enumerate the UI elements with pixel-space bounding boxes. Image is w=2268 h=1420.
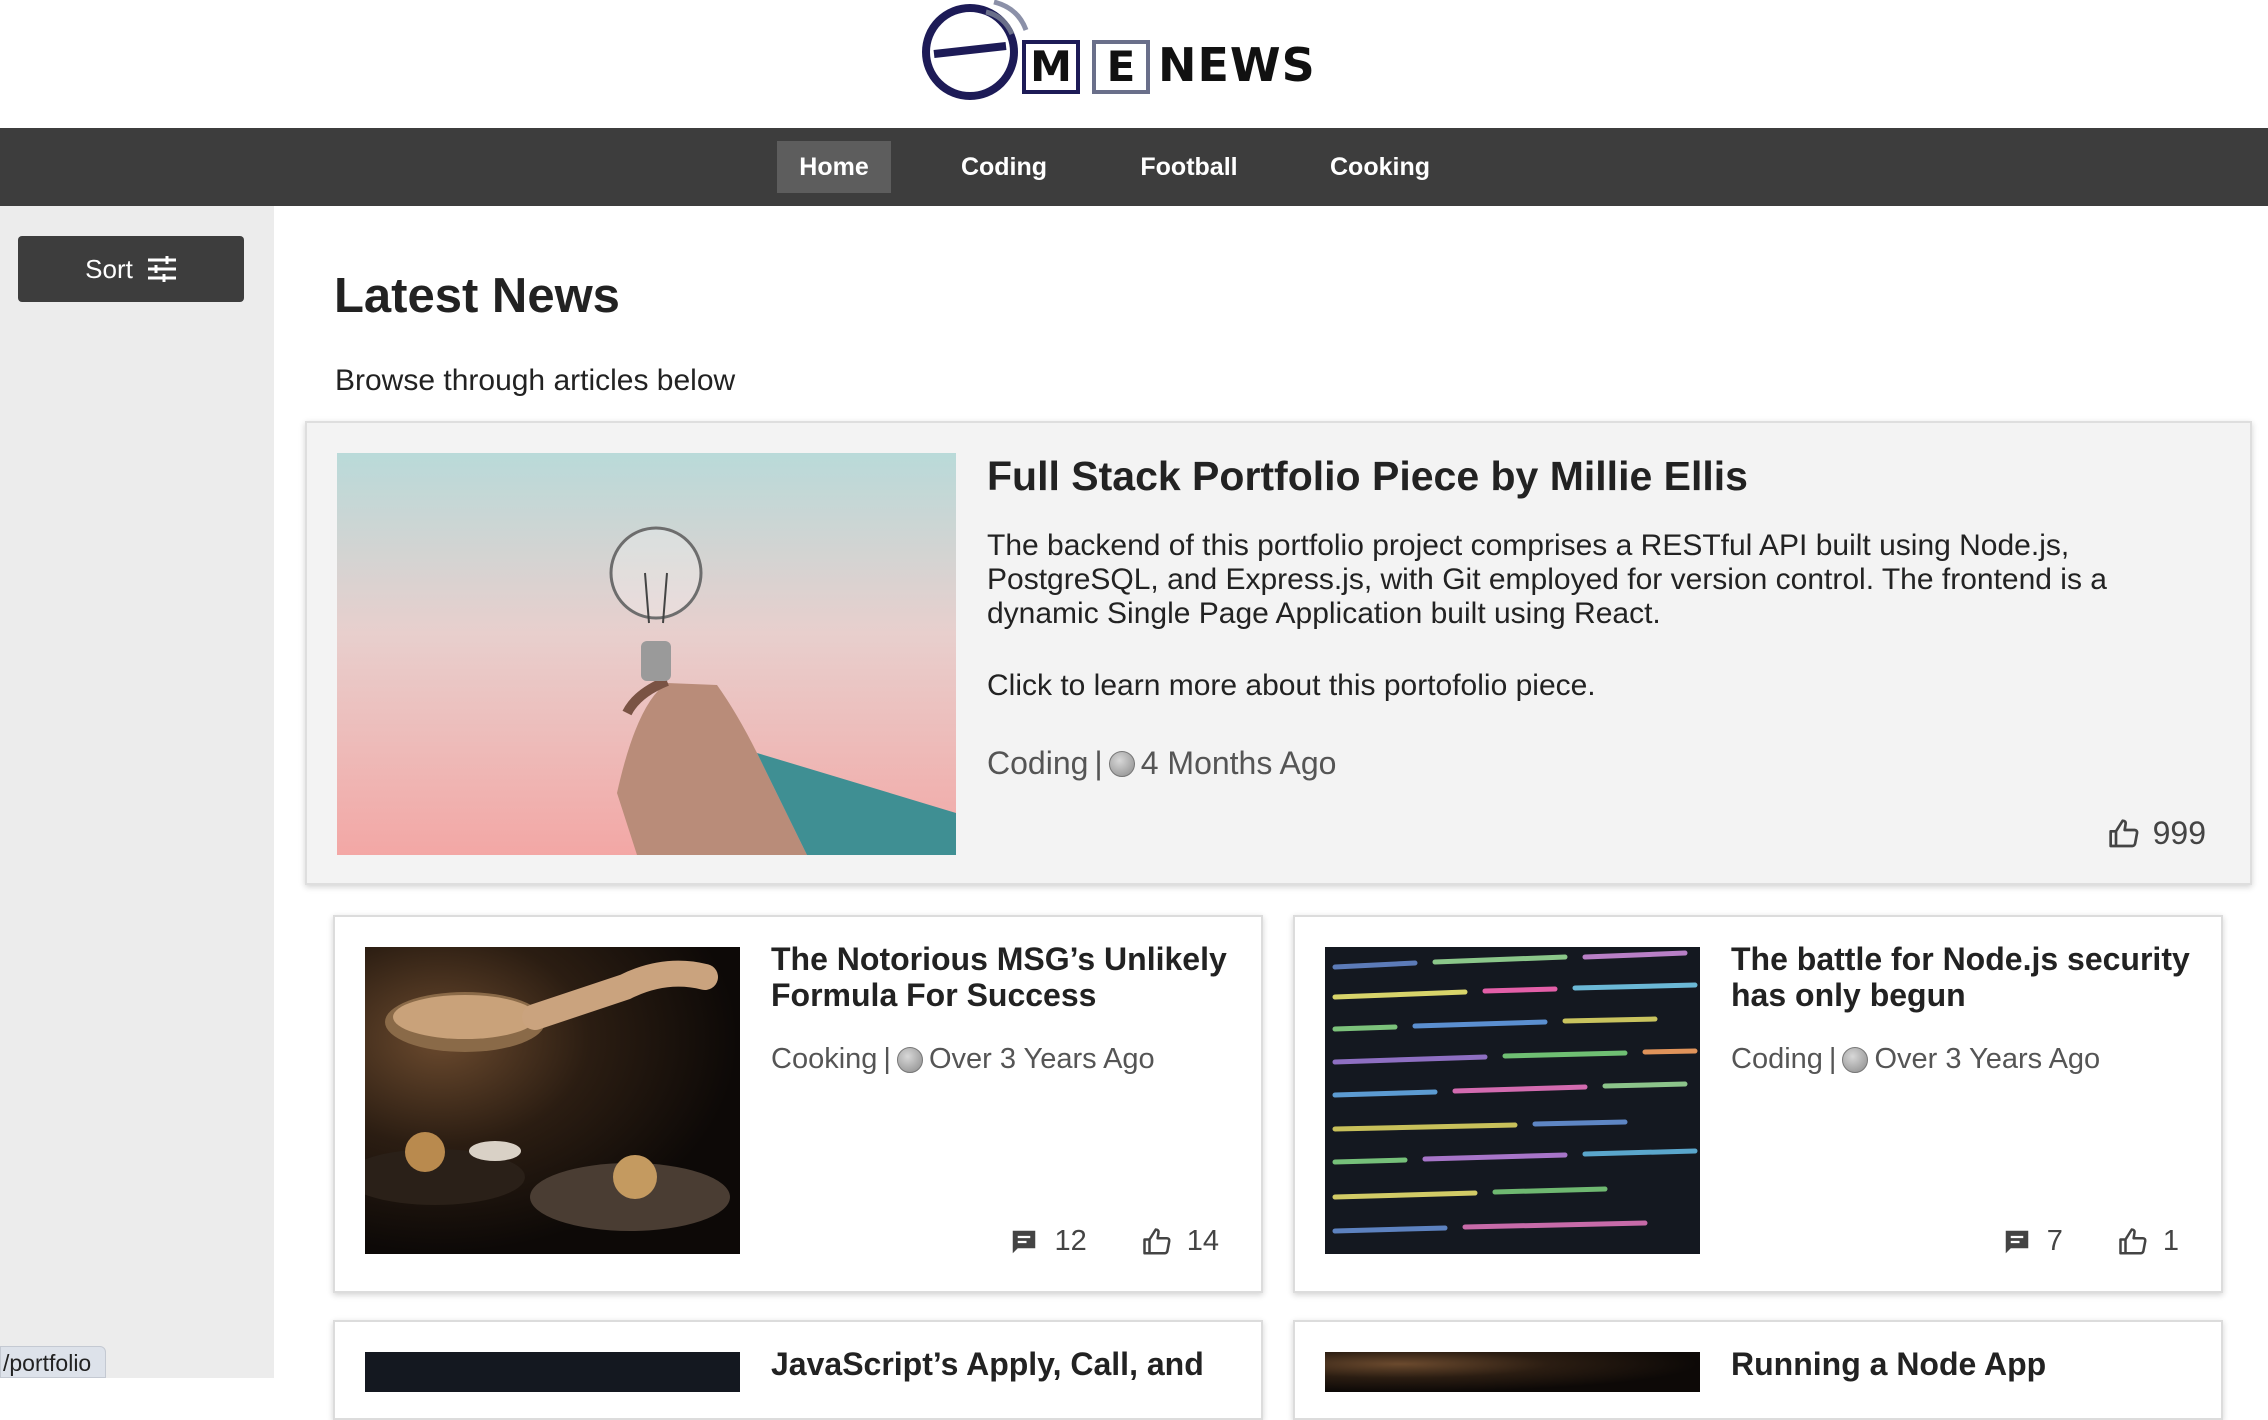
article-stats: 12 14 (1008, 1225, 1219, 1258)
article-card[interactable]: JavaScript’s Apply, Call, and (333, 1320, 1263, 1420)
page-subtitle: Browse through articles below (335, 364, 736, 397)
nav-item-football[interactable]: Football (1126, 141, 1252, 193)
featured-title[interactable]: Full Stack Portfolio Piece by Millie Ell… (987, 453, 1748, 500)
featured-cta: Click to learn more about this portofoli… (987, 669, 1596, 702)
site-logo[interactable]: M E NEWS (920, 0, 1315, 100)
featured-lightbulb-image (337, 453, 956, 855)
logo-wordmark: NEWS (1158, 38, 1316, 92)
article-image-code (365, 1352, 740, 1392)
article-topic[interactable]: Coding (1731, 1043, 1823, 1076)
featured-meta: Coding | 4 Months Ago (987, 745, 1336, 782)
article-image (1325, 1352, 1700, 1392)
article-age: Over 3 Years Ago (1874, 1043, 2101, 1075)
thumbs-up-icon[interactable] (2117, 1227, 2149, 1257)
thumbs-up-icon[interactable] (1141, 1227, 1173, 1257)
article-card[interactable]: The battle for Node.js security has only… (1293, 915, 2223, 1293)
logo-letter-e: E (1092, 40, 1150, 94)
globe-icon (1842, 1046, 1869, 1073)
sidebar: Sort (0, 206, 274, 1378)
article-image-food (365, 947, 740, 1254)
comment-icon[interactable] (1008, 1227, 1040, 1257)
meta-separator: | (883, 1043, 891, 1075)
nav-item-home[interactable]: Home (777, 141, 891, 193)
featured-article-card[interactable]: Full Stack Portfolio Piece by Millie Ell… (305, 421, 2252, 885)
comment-icon[interactable] (2001, 1227, 2033, 1257)
globe-icon (1108, 750, 1135, 777)
like-count: 14 (1186, 1225, 1219, 1257)
thumbs-up-icon (2108, 818, 2139, 847)
article-meta: Coding | Over 3 Years Ago (1731, 1043, 2100, 1076)
article-title[interactable]: JavaScript’s Apply, Call, and (771, 1346, 1241, 1382)
article-title[interactable]: The Notorious MSG’s Unlikely Formula For… (771, 941, 1241, 1013)
article-topic[interactable]: Cooking (771, 1043, 877, 1076)
article-card[interactable]: The Notorious MSG’s Unlikely Formula For… (333, 915, 1263, 1293)
status-url: /portfolio (0, 1346, 107, 1378)
globe-icon (896, 1046, 923, 1073)
meta-separator: | (1828, 1043, 1837, 1075)
article-title[interactable]: The battle for Node.js security has only… (1731, 941, 2201, 1013)
comment-count: 7 (2046, 1225, 2063, 1257)
site-header: M E NEWS (0, 0, 2268, 128)
sliders-icon (147, 256, 176, 282)
article-meta: Cooking | Over 3 Years Ago (771, 1043, 1155, 1076)
featured-topic[interactable]: Coding (987, 745, 1088, 782)
comment-count: 12 (1054, 1225, 1087, 1257)
sort-button[interactable]: Sort (18, 236, 244, 302)
meta-separator: | (1094, 745, 1103, 781)
article-age: Over 3 Years Ago (928, 1043, 1155, 1075)
nav-item-coding[interactable]: Coding (944, 141, 1064, 193)
article-stats: 7 1 (2001, 1225, 2179, 1258)
like-count: 1 (2162, 1225, 2179, 1257)
page-title: Latest News (334, 269, 620, 323)
nav-item-cooking[interactable]: Cooking (1318, 141, 1442, 193)
featured-age: 4 Months Ago (1140, 745, 1337, 781)
main-nav: Home Coding Football Cooking (0, 128, 2268, 206)
featured-like-count: 999 (2152, 815, 2206, 851)
featured-likes[interactable]: 999 (2107, 815, 2206, 852)
article-card[interactable]: Running a Node App (1293, 1320, 2223, 1420)
logo-letter-m: M (1022, 40, 1080, 94)
article-title[interactable]: Running a Node App (1731, 1346, 2201, 1382)
featured-description: The backend of this portfolio project co… (987, 529, 2107, 630)
sort-label: Sort (85, 253, 133, 284)
article-image-code (1325, 947, 1700, 1254)
